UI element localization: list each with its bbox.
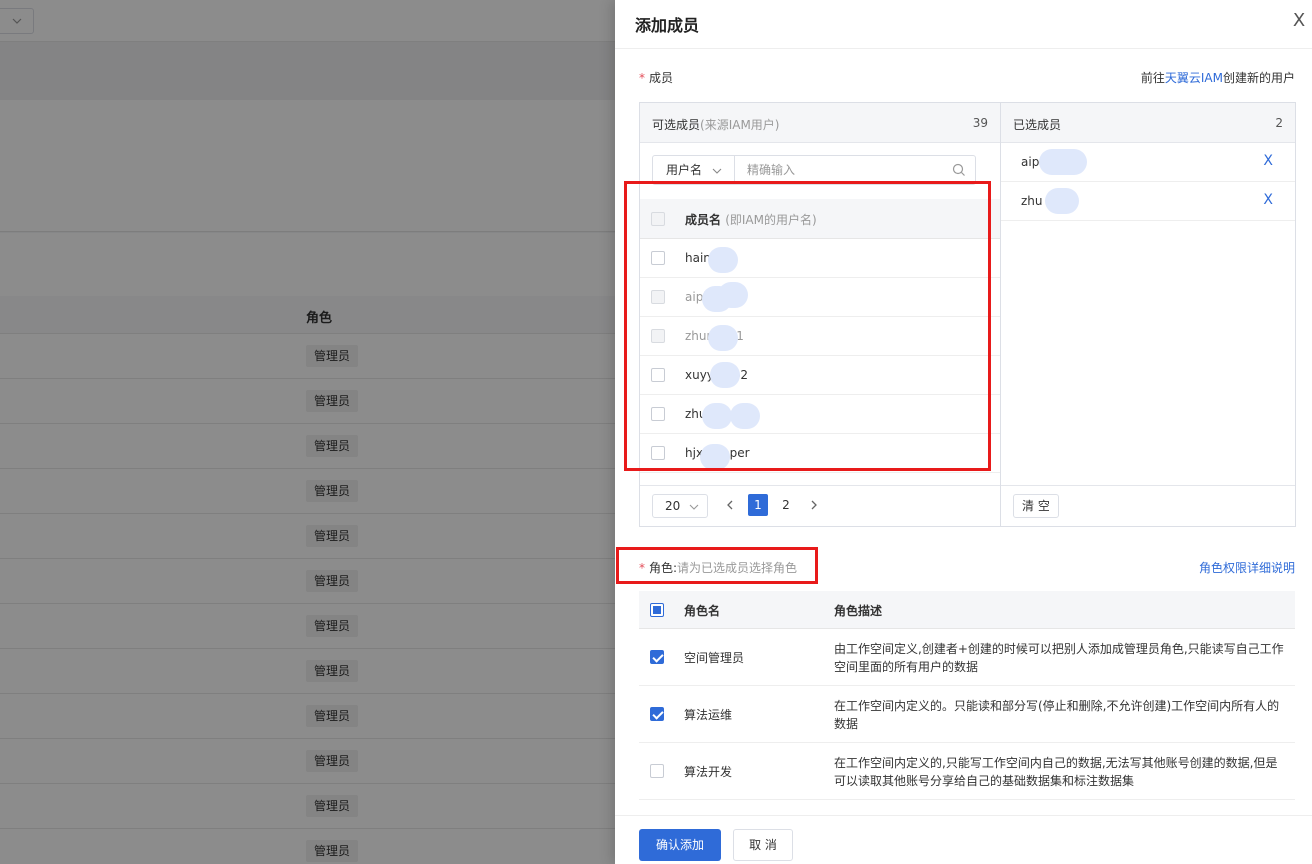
chevron-down-icon <box>689 495 699 517</box>
role-desc-column: 角色描述 <box>834 604 883 618</box>
available-title-text: 可选成员 <box>652 118 701 132</box>
iam-hint: 前往天翼云IAM创建新的用户 <box>1141 69 1295 86</box>
chevron-down-icon <box>712 156 722 184</box>
available-pagination: 20 1 2 <box>640 485 1000 526</box>
selected-count: 2 <box>1275 116 1283 130</box>
role-row[interactable]: 算法运维 在工作空间内定义的。只能读和部分写(停止和删除,不允许创建)工作空间内所… <box>639 686 1295 743</box>
iam-suffix: 创建新的用户 <box>1222 71 1295 85</box>
role-field-label: * 角色:请为已选成员选择角色 <box>639 559 797 576</box>
selected-member-row: zhu ai1 X <box>1001 182 1295 221</box>
role-label-text: 角色: <box>649 561 678 575</box>
role-name: 算法开发 <box>684 765 733 779</box>
role-name: 算法运维 <box>684 708 733 722</box>
member-label-text: 成员 <box>649 71 674 85</box>
search-field-value: 用户名 <box>666 163 703 177</box>
search-field-select[interactable]: 用户名 <box>653 156 735 184</box>
role-placeholder: 请为已选成员选择角色 <box>677 561 798 575</box>
privacy-blur <box>1045 188 1079 214</box>
role-name-column: 角色名 <box>684 604 721 618</box>
role-description: 在工作空间内定义的。只能读和部分写(停止和删除,不允许创建)工作空间内所有人的数… <box>834 699 1280 731</box>
role-rows: 空间管理员 由工作空间定义,创建者+创建的时候可以把别人添加成管理员角色,只能读写… <box>639 629 1295 800</box>
iam-prefix: 前往 <box>1140 71 1165 85</box>
available-members-header: 可选成员(来源IAM用户) 39 <box>640 103 1000 143</box>
role-row[interactable]: 算法开发 在工作空间内定义的,只能写工作空间内自己的数据,无法写其他账号创建的数据… <box>639 743 1295 800</box>
iam-link[interactable]: 天翼云IAM <box>1165 71 1223 85</box>
role-description: 由工作空间定义,创建者+创建的时候可以把别人添加成管理员角色,只能读写自己工作空… <box>834 642 1284 674</box>
cancel-button[interactable]: 取 消 <box>733 829 793 861</box>
role-row[interactable]: 空间管理员 由工作空间定义,创建者+创建的时候可以把别人添加成管理员角色,只能读写… <box>639 629 1295 686</box>
search-icon[interactable] <box>951 162 967 178</box>
role-name: 空间管理员 <box>684 651 745 665</box>
prev-page-icon[interactable] <box>720 494 740 518</box>
required-mark: * <box>639 561 645 575</box>
role-table-header: 角色名 角色描述 <box>639 591 1295 629</box>
page-size-select[interactable]: 20 <box>652 494 708 518</box>
selected-members-title: 已选成员 <box>1013 118 1062 132</box>
highlight-box-members <box>624 181 991 471</box>
required-mark: * <box>639 71 645 85</box>
available-subtitle: (来源IAM用户) <box>700 118 780 132</box>
selected-footer: 清 空 <box>1001 485 1295 526</box>
available-count: 39 <box>972 116 988 130</box>
member-field-label: * 成员 <box>639 69 673 86</box>
selected-members-header: 已选成员 2 <box>1001 103 1295 143</box>
selected-members-panel: 已选成员 2 aip Xzhu ai1 X 清 空 <box>1000 102 1296 527</box>
page-2[interactable]: 2 <box>776 494 796 516</box>
confirm-add-button[interactable]: 确认添加 <box>639 829 721 861</box>
modal-mask[interactable] <box>0 0 615 864</box>
role-checkbox[interactable] <box>650 650 664 664</box>
select-all-roles-checkbox[interactable] <box>650 603 664 617</box>
next-page-icon[interactable] <box>804 494 824 518</box>
selected-member-row: aip X <box>1001 143 1295 182</box>
drawer-header: 添加成员 X <box>615 0 1312 49</box>
add-member-drawer: 添加成员 X * 成员 前往天翼云IAM创建新的用户 可选成员(来源IAM用户) … <box>615 0 1312 864</box>
clear-button[interactable]: 清 空 <box>1013 494 1059 518</box>
available-members-title: 可选成员(来源IAM用户) <box>652 116 779 133</box>
search-input[interactable] <box>737 156 947 184</box>
drawer-footer: 确认添加 取 消 <box>615 815 1312 864</box>
page-size-value: 20 <box>665 499 681 513</box>
role-permission-help-link[interactable]: 角色权限详细说明 <box>1199 559 1295 576</box>
role-table: 角色名 角色描述 空间管理员 由工作空间定义,创建者+创建的时候可以把别人添加成管… <box>639 591 1295 800</box>
role-checkbox[interactable] <box>650 707 664 721</box>
role-description: 在工作空间内定义的,只能写工作空间内自己的数据,无法写其他账号创建的数据,但是可… <box>834 756 1278 788</box>
privacy-blur <box>1039 149 1087 175</box>
selected-member-name: aip <box>1021 155 1040 169</box>
role-checkbox[interactable] <box>650 764 664 778</box>
remove-icon[interactable]: X <box>1263 192 1273 208</box>
close-icon[interactable]: X <box>1288 10 1310 32</box>
page-1[interactable]: 1 <box>748 494 768 516</box>
remove-icon[interactable]: X <box>1263 153 1273 169</box>
drawer-title: 添加成员 <box>635 16 700 35</box>
